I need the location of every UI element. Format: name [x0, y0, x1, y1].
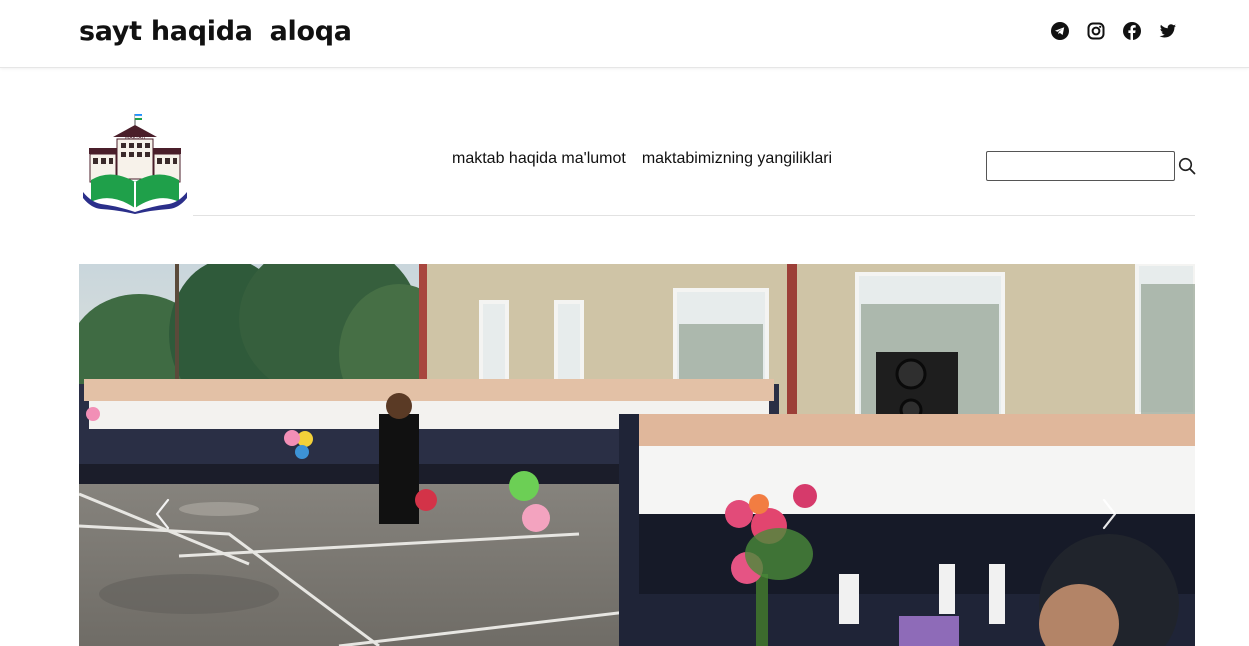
top-header: sayt haqida aloqa [0, 0, 1249, 68]
telegram-icon[interactable] [1051, 22, 1069, 40]
header-divider [193, 215, 1195, 216]
nav-link-about-site[interactable]: sayt haqida [79, 14, 253, 50]
top-nav: sayt haqida aloqa [79, 14, 352, 50]
school-logo[interactable]: MAKTAB [81, 112, 189, 214]
slider-photo [79, 264, 1195, 646]
main-nav: maktab haqida ma'lumot maktabimizning ya… [452, 149, 832, 169]
chevron-left-icon[interactable] [151, 496, 175, 532]
chevron-right-icon[interactable] [1097, 496, 1121, 532]
facebook-icon[interactable] [1123, 22, 1141, 40]
nav-link-school-news[interactable]: maktabimizning yangiliklari [642, 149, 832, 169]
twitter-icon[interactable] [1159, 22, 1177, 40]
search-input[interactable] [986, 151, 1175, 181]
image-slider [79, 264, 1195, 646]
search-icon[interactable] [1178, 157, 1196, 175]
nav-link-contact[interactable]: aloqa [270, 14, 352, 50]
social-links [1051, 22, 1177, 40]
nav-link-school-info[interactable]: maktab haqida ma'lumot [452, 149, 626, 169]
instagram-icon[interactable] [1087, 22, 1105, 40]
